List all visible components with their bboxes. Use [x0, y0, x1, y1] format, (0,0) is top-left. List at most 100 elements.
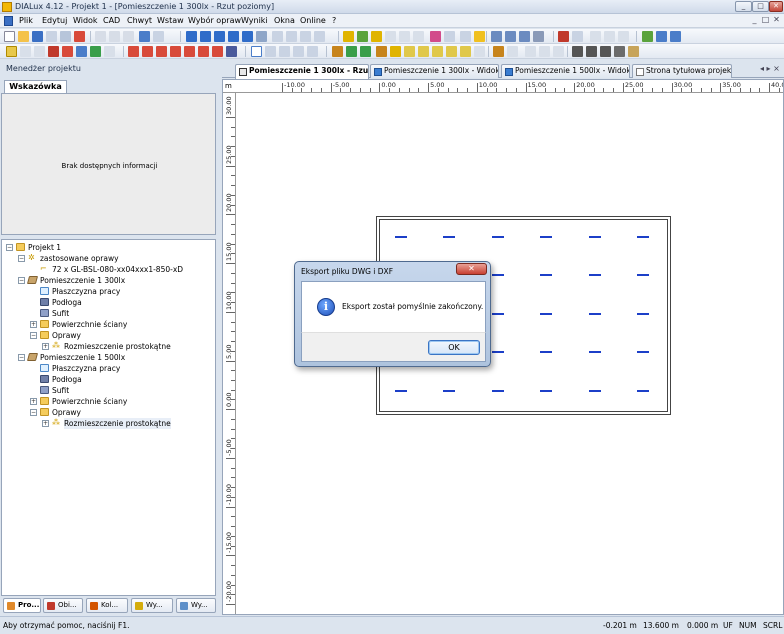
select-icon[interactable] — [272, 31, 283, 42]
copy-icon[interactable] — [109, 31, 120, 42]
luminaire-symbol[interactable] — [589, 390, 601, 392]
print-icon[interactable] — [46, 31, 57, 42]
expand-icon[interactable]: + — [30, 321, 37, 328]
column-icon[interactable] — [474, 46, 485, 57]
luminaire-symbol[interactable] — [637, 313, 649, 315]
zoom-extents-icon[interactable] — [256, 31, 267, 42]
grey-scale-icon[interactable] — [519, 31, 530, 42]
light-scene-icon[interactable] — [371, 31, 382, 42]
tab-title-page[interactable]: Strona tytułowa projektu — [632, 64, 732, 78]
glare-icon[interactable] — [413, 31, 424, 42]
tab-room-300-plan[interactable]: Pomieszczenie 1 300lx - Rzut p... — [235, 64, 369, 79]
ok-button[interactable]: OK — [428, 340, 480, 355]
menu-edytuj[interactable]: Edytuj — [42, 16, 67, 25]
arrange-field-icon[interactable] — [198, 46, 209, 57]
tab-objects[interactable]: Obi... — [43, 598, 83, 613]
window-element-icon[interactable] — [390, 46, 401, 57]
tab-outputs[interactable]: Wy... — [176, 598, 216, 613]
luminaire-symbol[interactable] — [637, 390, 649, 392]
furniture-icon[interactable] — [332, 46, 343, 57]
arrange-single-icon[interactable] — [184, 46, 195, 57]
luminaire-symbol[interactable] — [395, 236, 407, 238]
zoom-icon[interactable] — [265, 46, 276, 57]
properties-icon[interactable] — [618, 31, 629, 42]
gallery-icon[interactable] — [572, 31, 583, 42]
luminaire-symbol[interactable] — [492, 236, 504, 238]
undo-icon[interactable] — [139, 31, 150, 42]
orbit-icon[interactable] — [279, 46, 290, 57]
insert-room-icon[interactable] — [357, 31, 368, 42]
luminaire-symbol[interactable] — [540, 313, 552, 315]
minimize-button[interactable]: _ — [735, 1, 752, 12]
settings-gear-icon[interactable] — [614, 46, 625, 57]
side-view-icon[interactable] — [214, 31, 225, 42]
rotate-icon[interactable] — [300, 31, 311, 42]
move-icon[interactable] — [314, 31, 325, 42]
top-view-icon[interactable] — [228, 31, 239, 42]
cuboid-icon[interactable] — [418, 46, 429, 57]
pyramid-icon[interactable] — [460, 46, 471, 57]
luminaire-symbol[interactable] — [492, 390, 504, 392]
snap-perp-icon[interactable] — [76, 46, 87, 57]
texture-icon[interactable] — [346, 46, 357, 57]
dxf-import-icon[interactable] — [493, 46, 504, 57]
grid-icon[interactable] — [553, 46, 564, 57]
wizard-icon[interactable] — [460, 31, 471, 42]
collapse-icon[interactable]: − — [30, 332, 37, 339]
menu-wstaw[interactable]: Wstaw — [157, 16, 184, 25]
luminaire-symbol[interactable] — [540, 390, 552, 392]
menu-wyniki[interactable]: Wyniki — [241, 16, 268, 25]
luminaire-symbol[interactable] — [540, 351, 552, 353]
arrange-line-icon[interactable] — [128, 46, 139, 57]
arrange-circle-icon[interactable] — [156, 46, 167, 57]
luminaire-symbol[interactable] — [443, 236, 455, 238]
polyline-icon[interactable] — [586, 46, 597, 57]
redo-icon[interactable] — [153, 31, 164, 42]
curve-icon[interactable] — [600, 46, 611, 57]
output-page-icon[interactable] — [590, 31, 601, 42]
cut-icon[interactable] — [95, 31, 106, 42]
snap-line-icon[interactable] — [34, 46, 45, 57]
menu-okna[interactable]: Okna — [274, 16, 295, 25]
stop-icon[interactable] — [444, 31, 455, 42]
extrusion-icon[interactable] — [404, 46, 415, 57]
tab-hint[interactable]: Wskazówka — [4, 80, 67, 94]
mdi-minimize-button[interactable]: _ — [749, 15, 760, 24]
menu-widok[interactable]: Widok — [73, 16, 98, 25]
calc-point-icon[interactable] — [385, 31, 396, 42]
line-tool-icon[interactable] — [572, 46, 583, 57]
light-icon[interactable] — [474, 31, 485, 42]
luminaire-symbol[interactable] — [492, 274, 504, 276]
front-view-icon[interactable] — [200, 31, 211, 42]
tab-colors[interactable]: Kol... — [86, 598, 128, 613]
arrange-rect-icon[interactable] — [142, 46, 153, 57]
sphere-icon[interactable] — [446, 46, 457, 57]
cylinder-icon[interactable] — [432, 46, 443, 57]
print-preview-icon[interactable] — [60, 31, 71, 42]
false-color-icon[interactable] — [533, 31, 544, 42]
tab-room-500-3d[interactable]: Pomieszczenie 1 500lx - Widok 3D — [501, 64, 630, 78]
luminaire-symbol[interactable] — [589, 274, 601, 276]
measure-icon[interactable] — [539, 46, 550, 57]
find-icon[interactable] — [604, 31, 615, 42]
pdf-icon[interactable] — [74, 31, 85, 42]
door-icon[interactable] — [376, 46, 387, 57]
luminaire-symbol[interactable] — [395, 390, 407, 392]
luminaire-symbol[interactable] — [589, 236, 601, 238]
collapse-icon[interactable]: − — [30, 409, 37, 416]
arrange-free-icon[interactable] — [170, 46, 181, 57]
mdi-restore-button[interactable]: □ — [760, 15, 771, 24]
collapse-icon[interactable]: − — [6, 244, 13, 251]
snap-mid-icon[interactable] — [48, 46, 59, 57]
expand-icon[interactable]: + — [42, 343, 49, 350]
mdi-close-button[interactable]: ✕ — [771, 15, 782, 24]
pointer-icon[interactable] — [251, 46, 262, 57]
luminaire-icon[interactable] — [343, 31, 354, 42]
expand-icon[interactable]: + — [42, 420, 49, 427]
luminaire-symbol[interactable] — [589, 351, 601, 353]
snap-point-icon[interactable] — [20, 46, 31, 57]
report-icon[interactable] — [558, 31, 569, 42]
room-view-icon[interactable] — [186, 31, 197, 42]
paste-icon[interactable] — [123, 31, 134, 42]
save-icon[interactable] — [32, 31, 43, 42]
